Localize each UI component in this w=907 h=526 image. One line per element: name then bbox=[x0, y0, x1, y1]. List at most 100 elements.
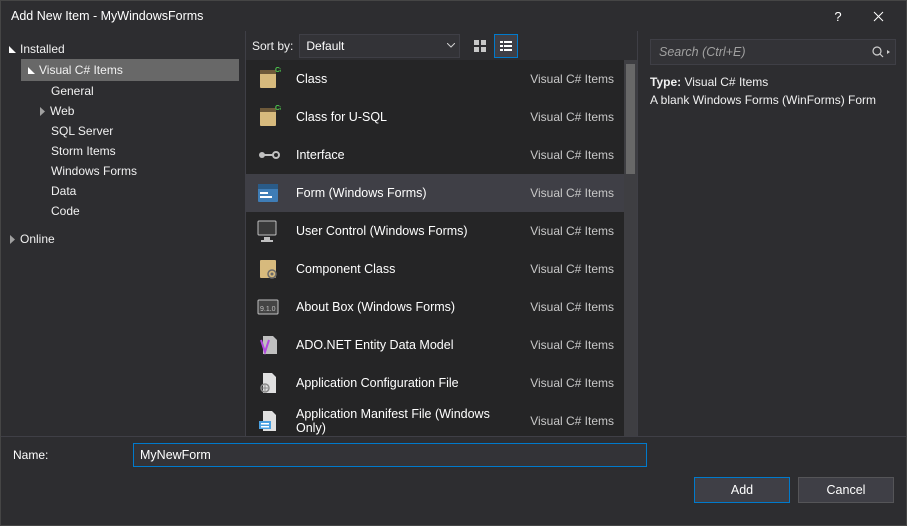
template-panel: Sort by: Default C#ClassVisual C# ItemsC… bbox=[245, 31, 638, 436]
template-name: Form (Windows Forms) bbox=[296, 186, 516, 200]
chevron-down-icon bbox=[447, 43, 455, 48]
details-view-button[interactable] bbox=[494, 34, 518, 58]
type-value: Visual C# Items bbox=[684, 75, 768, 89]
template-category: Visual C# Items bbox=[530, 186, 614, 200]
cancel-button[interactable]: Cancel bbox=[798, 477, 894, 503]
search-icon[interactable] bbox=[871, 45, 891, 59]
template-category: Visual C# Items bbox=[530, 338, 614, 352]
template-category: Visual C# Items bbox=[530, 110, 614, 124]
tree-label: SQL Server bbox=[51, 124, 113, 138]
template-category: Visual C# Items bbox=[530, 148, 614, 162]
search-box[interactable] bbox=[650, 39, 896, 65]
template-item[interactable]: Form (Windows Forms) Visual C# Items bbox=[246, 174, 624, 212]
sort-label: Sort by: bbox=[252, 39, 293, 53]
vertical-scrollbar[interactable] bbox=[624, 60, 637, 436]
tree-item-windows-forms[interactable]: Windows Forms bbox=[37, 161, 239, 181]
tree-item-general[interactable]: General bbox=[37, 81, 239, 101]
tree-label: Online bbox=[20, 232, 55, 246]
tree-item-csharp-items[interactable]: Visual C# Items bbox=[21, 59, 239, 81]
tree-label: Web bbox=[50, 104, 74, 118]
expand-collapse-icon[interactable] bbox=[7, 234, 17, 244]
tree-item-data[interactable]: Data bbox=[37, 181, 239, 201]
type-label: Type: bbox=[650, 75, 681, 89]
template-item[interactable]: Component Class Visual C# Items bbox=[246, 250, 624, 288]
template-name: About Box (Windows Forms) bbox=[296, 300, 516, 314]
template-category: Visual C# Items bbox=[530, 376, 614, 390]
sort-dropdown[interactable]: Default bbox=[299, 34, 460, 58]
tree-item-online[interactable]: Online bbox=[7, 229, 239, 249]
template-category: Visual C# Items bbox=[530, 72, 614, 86]
svg-text:9.1.0: 9.1.0 bbox=[260, 306, 276, 313]
dialog-body: Installed Visual C# Items General Web SQL … bbox=[1, 31, 906, 436]
add-button[interactable]: Add bbox=[694, 477, 790, 503]
name-input[interactable] bbox=[133, 443, 647, 467]
search-input[interactable] bbox=[657, 44, 871, 60]
tree-item-sql-server[interactable]: SQL Server bbox=[37, 121, 239, 141]
template-name: User Control (Windows Forms) bbox=[296, 224, 516, 238]
template-category: Visual C# Items bbox=[530, 262, 614, 276]
template-item[interactable]: Application Manifest File (Windows Only)… bbox=[246, 402, 624, 436]
template-item[interactable]: 9.1.0 About Box (Windows Forms) Visual C# … bbox=[246, 288, 624, 326]
dialog-footer: Name: Add Cancel bbox=[1, 436, 906, 525]
template-category: Visual C# Items bbox=[530, 300, 614, 314]
svg-text:C#: C# bbox=[275, 105, 281, 112]
sort-value: Default bbox=[306, 39, 344, 53]
name-label: Name: bbox=[13, 448, 123, 462]
template-icon bbox=[254, 331, 282, 359]
cancel-button-label: Cancel bbox=[827, 483, 866, 497]
template-icon bbox=[254, 179, 282, 207]
template-list[interactable]: C# Class Visual C# Items C# Class for U-SQL V… bbox=[246, 60, 637, 436]
grid-icon bbox=[473, 39, 487, 53]
template-icon: C# bbox=[254, 65, 282, 93]
tree-label: General bbox=[51, 84, 94, 98]
dialog-title: Add New Item - MyWindowsForms bbox=[11, 9, 818, 23]
tree-label: Code bbox=[51, 204, 80, 218]
large-icons-view-button[interactable] bbox=[468, 34, 492, 58]
template-item[interactable]: C# Class Visual C# Items bbox=[246, 60, 624, 98]
tree-label: Data bbox=[51, 184, 76, 198]
template-icon bbox=[254, 217, 282, 245]
title-bar[interactable]: Add New Item - MyWindowsForms ? bbox=[1, 1, 906, 31]
item-description: A blank Windows Forms (WinForms) Form bbox=[650, 93, 876, 107]
help-button[interactable]: ? bbox=[818, 1, 858, 31]
tree-item-web[interactable]: Web bbox=[37, 101, 239, 121]
template-category: Visual C# Items bbox=[530, 224, 614, 238]
dialog-window: Add New Item - MyWindowsForms ? Installe… bbox=[0, 0, 907, 526]
template-item[interactable]: User Control (Windows Forms) Visual C# It… bbox=[246, 212, 624, 250]
list-icon bbox=[499, 39, 513, 53]
template-name: ADO.NET Entity Data Model bbox=[296, 338, 516, 352]
category-tree[interactable]: Installed Visual C# Items General Web SQL … bbox=[1, 31, 245, 436]
template-name: Interface bbox=[296, 148, 516, 162]
template-category: Visual C# Items bbox=[530, 414, 614, 428]
details-panel: Type: Visual C# Items A blank Windows Fo… bbox=[638, 31, 906, 436]
template-item[interactable]: ADO.NET Entity Data Model Visual C# Items bbox=[246, 326, 624, 364]
template-name: Application Configuration File bbox=[296, 376, 516, 390]
tree-item-code[interactable]: Code bbox=[37, 201, 239, 221]
view-toggle bbox=[468, 34, 518, 58]
expand-collapse-icon[interactable] bbox=[7, 44, 17, 54]
template-icon bbox=[254, 141, 282, 169]
template-item[interactable]: C# Class for U-SQL Visual C# Items bbox=[246, 98, 624, 136]
expand-collapse-icon[interactable] bbox=[37, 106, 47, 116]
tree-label: Storm Items bbox=[51, 144, 116, 158]
template-icon bbox=[254, 407, 282, 435]
name-row: Name: bbox=[13, 443, 894, 467]
item-details: Type: Visual C# Items A blank Windows Fo… bbox=[650, 73, 896, 109]
template-name: Class for U-SQL bbox=[296, 110, 516, 124]
tree-label: Windows Forms bbox=[51, 164, 137, 178]
template-icon: C# bbox=[254, 103, 282, 131]
template-name: Class bbox=[296, 72, 516, 86]
close-button[interactable] bbox=[858, 1, 898, 31]
scrollbar-thumb[interactable] bbox=[626, 64, 635, 174]
tree-item-installed[interactable]: Installed bbox=[7, 39, 239, 59]
template-item[interactable]: Application Configuration File Visual C# … bbox=[246, 364, 624, 402]
tree-item-storm-items[interactable]: Storm Items bbox=[37, 141, 239, 161]
button-row: Add Cancel bbox=[13, 477, 894, 503]
expand-collapse-icon[interactable] bbox=[26, 65, 36, 75]
template-icon: 9.1.0 bbox=[254, 293, 282, 321]
close-icon bbox=[873, 11, 884, 22]
template-name: Component Class bbox=[296, 262, 516, 276]
template-item[interactable]: Interface Visual C# Items bbox=[246, 136, 624, 174]
svg-text:C#: C# bbox=[275, 67, 281, 74]
template-icon bbox=[254, 369, 282, 397]
